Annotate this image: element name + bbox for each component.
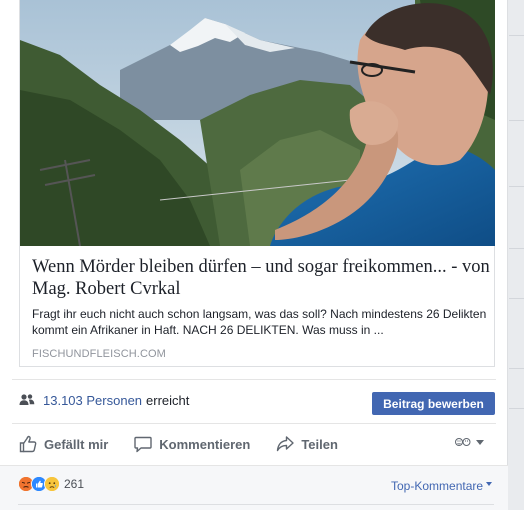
comment-label: Kommentieren: [159, 436, 251, 452]
divider: [509, 368, 524, 369]
link-description: Fragt ihr euch nicht auch schon langsam,…: [32, 307, 487, 337]
link-title[interactable]: Wenn Mörder bleiben dürfen – und sogar f…: [32, 256, 490, 300]
reaction-selector[interactable]: [455, 436, 484, 448]
comment-sort-dropdown[interactable]: Top-Kommentare: [391, 479, 493, 493]
divider: [509, 35, 524, 36]
chevron-down-icon: [476, 439, 484, 445]
comment-button[interactable]: Kommentieren: [134, 435, 250, 453]
reactions-icon: [455, 438, 471, 446]
link-domain: FISCHUNDFLEISCH.COM: [32, 348, 166, 360]
divider: [12, 423, 496, 424]
reach-label: erreicht: [146, 392, 190, 408]
divider: [509, 120, 524, 121]
reach-count-link[interactable]: 13.103 Personen: [43, 393, 142, 408]
comment-sort-label: Top-Kommentare: [391, 479, 484, 493]
right-rail-edge: [509, 0, 524, 510]
comments-section: 261 Top-Kommentare: [0, 465, 508, 510]
divider: [509, 248, 524, 249]
chevron-down-icon: [486, 482, 493, 486]
share-arrow-icon: [277, 436, 295, 452]
post-card: Wenn Mörder bleiben dürfen – und sogar f…: [0, 0, 508, 510]
like-label: Gefällt mir: [44, 436, 109, 452]
divider: [509, 298, 524, 299]
speech-bubble-icon: [134, 436, 152, 453]
reaction-count[interactable]: 261: [64, 477, 84, 491]
like-button[interactable]: Gefällt mir: [19, 435, 108, 453]
sad-reaction-icon: [44, 476, 60, 492]
link-preview-image[interactable]: [20, 0, 495, 246]
divider: [509, 408, 524, 409]
action-bar: Gefällt mir Kommentieren Teilen: [19, 430, 364, 458]
share-button[interactable]: Teilen: [276, 435, 338, 453]
reach-row: 13.103 Personen erreicht: [19, 389, 189, 411]
promote-post-button[interactable]: Beitrag bewerben: [372, 392, 495, 415]
thumbs-up-icon: [19, 435, 37, 453]
reaction-summary[interactable]: 261: [18, 476, 84, 492]
divider: [509, 186, 524, 187]
divider: [18, 504, 494, 505]
link-preview-text[interactable]: Wenn Mörder bleiben dürfen – und sogar f…: [32, 256, 490, 361]
divider: [12, 379, 496, 380]
share-label: Teilen: [301, 436, 338, 452]
link-preview-card[interactable]: Wenn Mörder bleiben dürfen – und sogar f…: [19, 0, 495, 367]
people-icon: [19, 392, 35, 408]
